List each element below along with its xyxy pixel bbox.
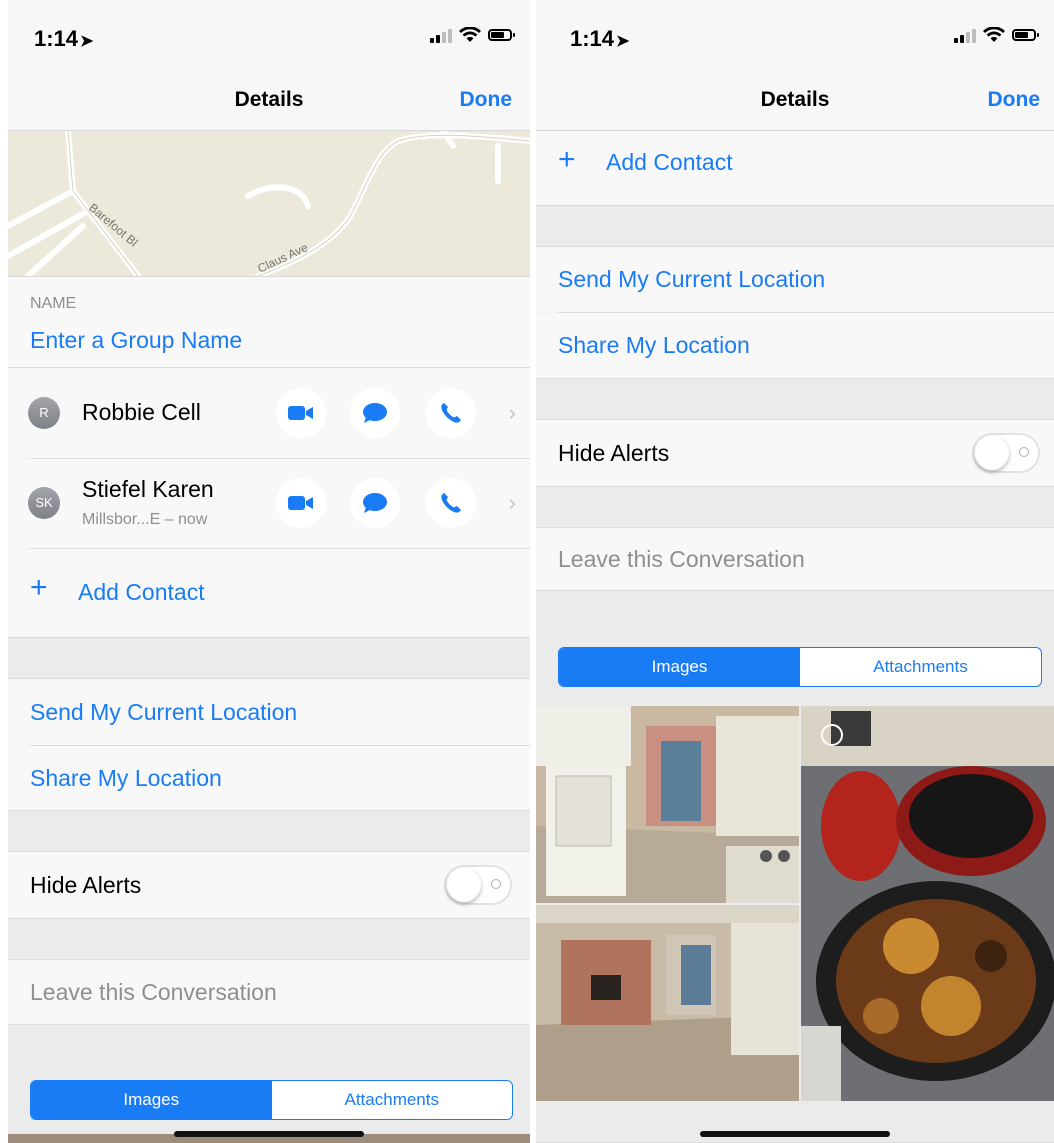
video-icon — [288, 406, 313, 420]
phone-icon — [441, 403, 461, 423]
clock: 1:14 — [34, 26, 79, 51]
navigation-bar: Details Done — [8, 80, 530, 131]
leave-conversation-label: Leave this Conversation — [558, 546, 805, 572]
kitchen-photo — [536, 706, 799, 903]
photo-thumbnail-living-room[interactable] — [536, 905, 799, 1101]
battery-icon — [488, 29, 515, 41]
hide-alerts-label: Hide Alerts — [558, 440, 670, 466]
home-indicator[interactable] — [700, 1131, 890, 1137]
share-location-button[interactable]: Share My Location — [536, 313, 1054, 378]
hide-alerts-label: Hide Alerts — [30, 872, 142, 898]
details-screen-right: 1:14 ➤ Details Done + Add Contact Send My… — [536, 0, 1054, 1143]
location-map[interactable]: Barefoot Bl Claus Ave — [8, 131, 530, 277]
section-gap — [536, 486, 1054, 528]
chevron-right-icon[interactable]: › — [509, 400, 516, 426]
location-arrow-icon: ➤ — [616, 33, 630, 50]
contact-location-status: Millsbor...E – now — [82, 511, 208, 528]
page-title: Details — [760, 88, 830, 111]
map-roads: Barefoot Bl Claus Ave — [8, 131, 530, 276]
status-bar: 1:14 ➤ — [8, 0, 530, 80]
tab-images[interactable]: Images — [559, 648, 800, 686]
live-photo-icon — [821, 724, 843, 746]
living-room-photo — [536, 905, 799, 1101]
send-current-location-button[interactable]: Send My Current Location — [536, 247, 1054, 312]
share-location-label: Share My Location — [30, 765, 222, 791]
section-gap — [536, 378, 1054, 420]
group-name-input[interactable]: Enter a Group Name — [30, 327, 242, 354]
photo-thumbnail-cooking[interactable] — [801, 706, 1054, 1101]
photo-thumbnail-kitchen[interactable] — [536, 706, 799, 903]
share-location-label: Share My Location — [558, 332, 750, 358]
add-contact-label: Add Contact — [78, 579, 205, 605]
contact-name: Robbie Cell — [82, 399, 201, 425]
leave-conversation-button[interactable]: Leave this Conversation — [8, 960, 530, 1024]
avatar: R — [28, 397, 60, 429]
share-location-button[interactable]: Share My Location — [8, 746, 530, 810]
send-current-location-label: Send My Current Location — [558, 266, 826, 292]
message-icon — [363, 403, 387, 423]
message-button[interactable] — [350, 478, 400, 528]
tab-attachments[interactable]: Attachments — [272, 1081, 513, 1119]
name-label: NAME — [30, 295, 77, 312]
contact-row[interactable]: R Robbie Cell › — [8, 368, 530, 458]
signal-icon — [430, 27, 452, 43]
contact-row[interactable]: SK Stiefel Karen Millsbor...E – now › — [8, 459, 530, 548]
send-current-location-label: Send My Current Location — [30, 699, 298, 725]
media-segmented-control: Images Attachments — [558, 647, 1042, 687]
contact-name: Stiefel Karen — [82, 476, 214, 502]
wifi-icon — [459, 27, 481, 42]
section-gap — [8, 637, 530, 679]
phone-icon — [441, 493, 461, 513]
wifi-icon — [983, 27, 1005, 42]
section-gap — [8, 810, 530, 852]
message-icon — [363, 493, 387, 513]
send-current-location-button[interactable]: Send My Current Location — [8, 679, 530, 745]
clock: 1:14 — [570, 26, 615, 51]
details-screen-left: 1:14 ➤ Details Done Barefoot Bl Claus Av… — [8, 0, 530, 1143]
leave-conversation-button[interactable]: Leave this Conversation — [536, 528, 1054, 590]
add-contact-label: Add Contact — [606, 149, 733, 175]
phone-call-button[interactable] — [426, 478, 476, 528]
signal-icon — [954, 27, 976, 43]
status-bar: 1:14 ➤ — [536, 0, 1054, 80]
location-arrow-icon: ➤ — [80, 33, 94, 50]
video-call-button[interactable] — [276, 478, 326, 528]
group-name-section: NAME Enter a Group Name — [8, 277, 530, 367]
tab-attachments[interactable]: Attachments — [800, 648, 1041, 686]
cooking-photo — [801, 706, 1054, 1101]
home-indicator[interactable] — [174, 1131, 364, 1137]
chevron-right-icon[interactable]: › — [509, 490, 516, 516]
hide-alerts-toggle[interactable] — [444, 865, 512, 905]
page-title: Details — [234, 88, 304, 111]
phone-call-button[interactable] — [426, 388, 476, 438]
video-icon — [288, 496, 313, 510]
section-gap — [8, 918, 530, 960]
video-call-button[interactable] — [276, 388, 326, 438]
plus-icon: + — [558, 143, 576, 176]
media-segmented-control: Images Attachments — [30, 1080, 513, 1120]
battery-icon — [1012, 29, 1039, 41]
plus-icon: + — [30, 571, 48, 604]
add-contact-button[interactable]: + Add Contact — [8, 549, 530, 637]
section-gap — [536, 205, 1054, 247]
hide-alerts-row: Hide Alerts — [536, 420, 1054, 486]
leave-conversation-label: Leave this Conversation — [30, 979, 277, 1005]
hide-alerts-row: Hide Alerts — [8, 852, 530, 918]
done-button[interactable]: Done — [988, 88, 1041, 112]
avatar: SK — [28, 487, 60, 519]
tab-images[interactable]: Images — [31, 1081, 272, 1119]
message-button[interactable] — [350, 388, 400, 438]
navigation-bar: Details Done — [536, 80, 1054, 131]
hide-alerts-toggle[interactable] — [972, 433, 1040, 473]
add-contact-button[interactable]: + Add Contact — [536, 131, 1054, 205]
done-button[interactable]: Done — [460, 88, 513, 112]
